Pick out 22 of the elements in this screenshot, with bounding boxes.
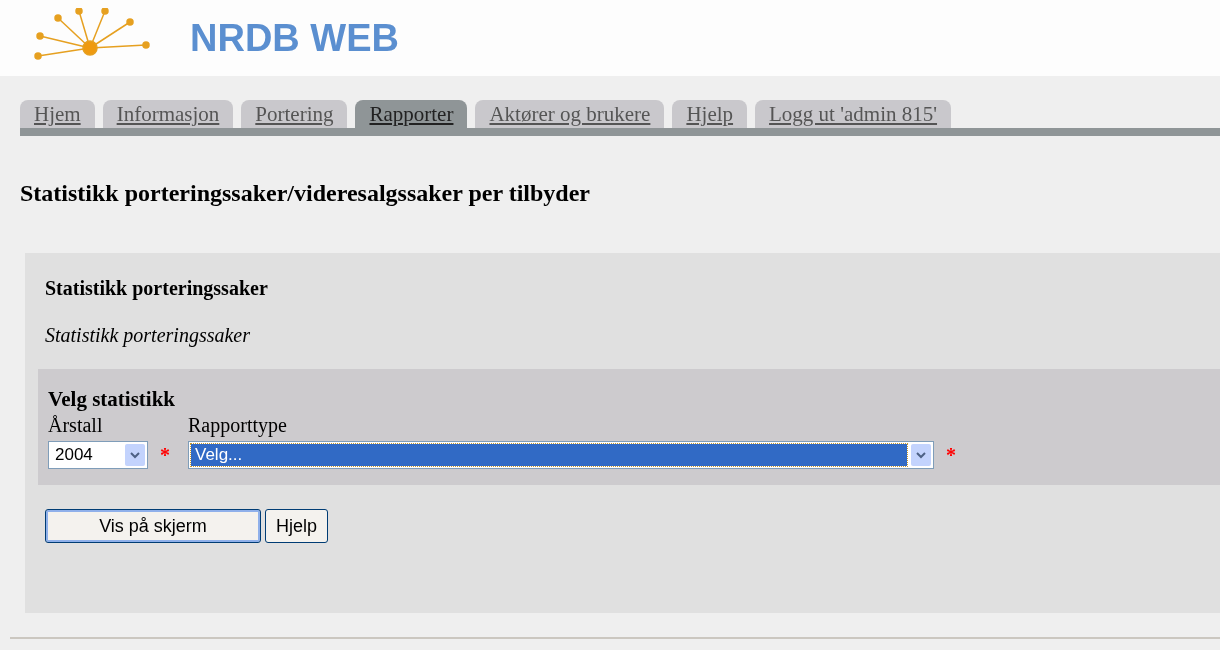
form-button[interactable]: Vis på skjerm [45,509,261,543]
nav-tab[interactable]: Logg ut 'admin 815' [755,100,952,128]
nav-tab[interactable]: Hjelp [672,100,748,128]
nav-tab[interactable]: Rapporter [355,100,468,128]
nav-tab[interactable]: Aktører og brukere [475,100,665,128]
required-marker: * [160,443,170,467]
field-label: Rapporttype [188,414,288,437]
chevron-icon [130,451,140,459]
required-marker: * [946,443,956,467]
nav-tab[interactable]: Portering [241,100,348,128]
dropdown[interactable]: 2004 [48,441,148,469]
section-title: Velg statistikk [48,387,176,412]
chevron-icon [916,451,926,459]
dropdown[interactable]: Velg... [188,441,934,469]
field-label: Årstall [48,414,104,437]
form-button[interactable]: Hjelp [265,509,329,543]
nav-tab[interactable]: Hjem [20,100,95,128]
page-heading: Statistikk porteringssaker/videresalgssaker per tilbyder [20,180,591,207]
site-title: NRDB WEB [190,16,399,60]
panel-title: Statistikk porteringssaker [44,277,269,300]
nav-tab[interactable]: Informasjon [102,100,234,128]
panel-description: Statistikk porteringssaker [44,323,251,347]
